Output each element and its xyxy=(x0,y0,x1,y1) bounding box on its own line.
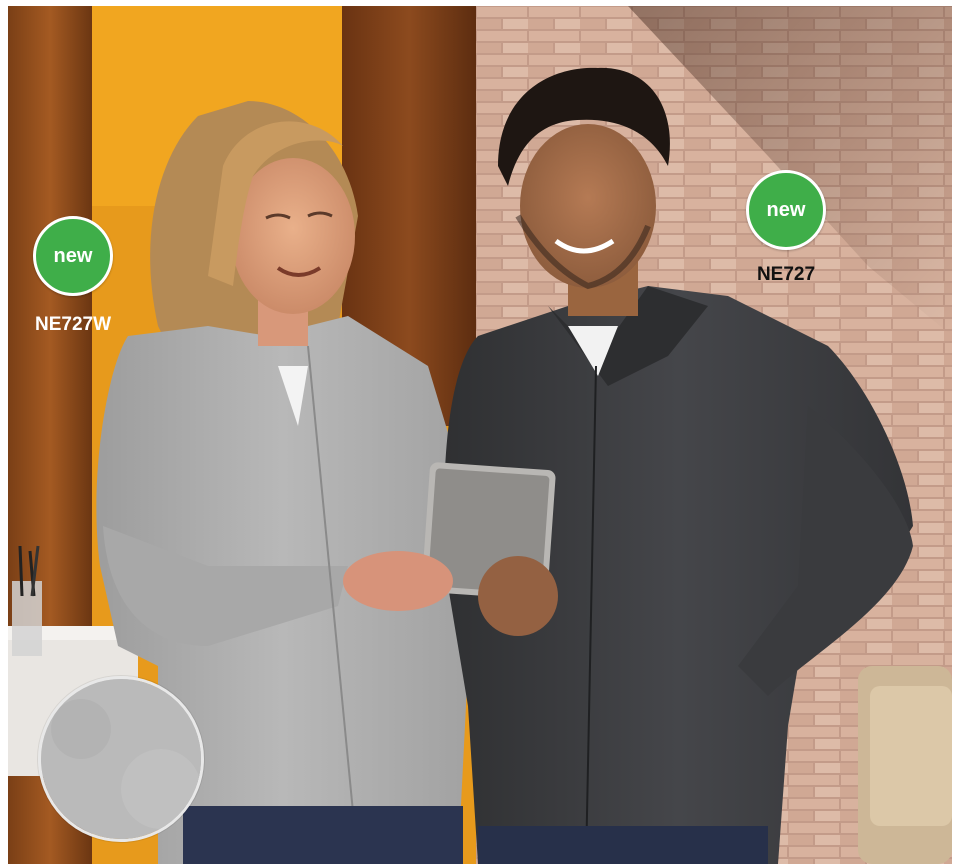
product-code-ne727: NE727 xyxy=(756,264,816,285)
new-badge-ne727: new xyxy=(746,170,826,250)
swatch-texture xyxy=(41,679,201,839)
fabric-swatch xyxy=(38,676,204,842)
new-badge-ne727w: new xyxy=(33,216,113,296)
product-code-ne727w: NE727W xyxy=(34,314,112,335)
product-photo: new NE727W new NE727 xyxy=(8,6,952,864)
